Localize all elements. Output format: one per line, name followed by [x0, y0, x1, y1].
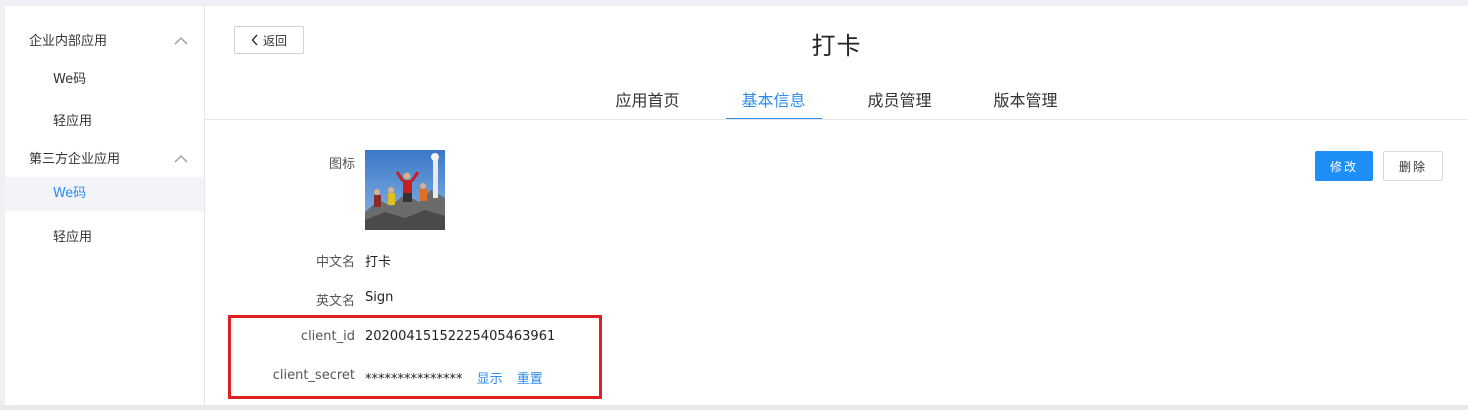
tab-basic-info[interactable]: 基本信息	[725, 88, 822, 120]
sidebar-group-label: 第三方企业应用	[29, 152, 121, 167]
sidebar-item-label: 轻应用	[53, 114, 93, 129]
tab-app-home[interactable]: 应用首页	[585, 88, 711, 118]
edit-button[interactable]: 修改	[1315, 151, 1373, 181]
cn-name-value: 打卡	[365, 255, 392, 270]
delete-button[interactable]: 删除	[1383, 151, 1443, 181]
sidebar-group-third-party-apps[interactable]: 第三方企业应用	[5, 141, 204, 179]
sidebar-item-label: We码	[53, 186, 87, 201]
sidebar-group-internal-apps[interactable]: 企业内部应用	[5, 23, 204, 61]
sidebar: 企业内部应用 We码 轻应用 第三方企业应用 We码 轻应用	[5, 6, 205, 405]
sidebar-item-light-app[interactable]: 轻应用	[5, 103, 204, 141]
bottom-scroll-strip	[0, 405, 1468, 410]
cn-name-label: 中文名	[315, 255, 355, 270]
tab-version-management[interactable]: 版本管理	[963, 88, 1089, 118]
sidebar-item-label: We码	[53, 72, 87, 87]
main-panel: 返回 打卡 应用首页 基本信息 成员管理 版本管理 图标 中文名 打卡 英文名 …	[205, 6, 1468, 405]
tab-member-management[interactable]: 成员管理	[837, 88, 963, 118]
sidebar-item-we-code-active[interactable]: We码	[5, 177, 204, 211]
sidebar-item-label: 轻应用	[53, 230, 93, 245]
chevron-up-icon	[174, 37, 188, 45]
sidebar-item-light-app[interactable]: 轻应用	[5, 219, 204, 257]
highlight-box	[228, 315, 602, 399]
sidebar-group-label: 企业内部应用	[29, 34, 108, 49]
tab-bar: 应用首页 基本信息 成员管理 版本管理	[205, 88, 1468, 120]
en-name-label: 英文名	[315, 294, 355, 309]
tab-divider	[205, 119, 1468, 120]
chevron-up-icon	[174, 155, 188, 163]
en-name-value: Sign	[365, 290, 394, 305]
page-title: 打卡	[811, 32, 862, 60]
app-icon-image	[365, 150, 445, 230]
sidebar-item-we-code[interactable]: We码	[5, 61, 204, 99]
icon-label: 图标	[328, 157, 355, 172]
